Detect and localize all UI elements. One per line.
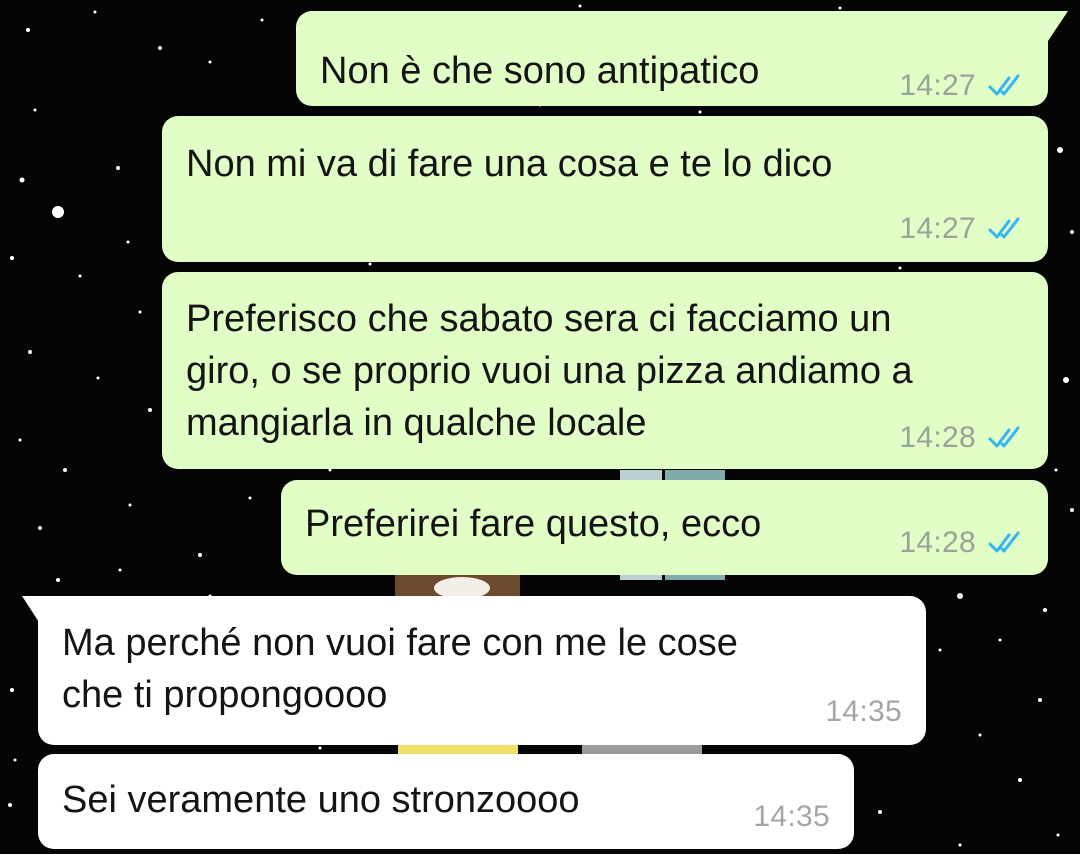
incoming-message[interactable]: Ma perché non vuoi fare con me le cose c… xyxy=(38,596,926,745)
message-timestamp: 14:35 xyxy=(825,695,902,728)
message-meta: 14:27 xyxy=(899,68,1026,104)
message-text-line: giro, o se proprio vuoi una pizza andiam… xyxy=(186,350,913,392)
outgoing-bubble-tail xyxy=(1030,11,1068,53)
message-timestamp: 14:27 xyxy=(899,212,976,245)
outgoing-message[interactable]: Preferirei fare questo, ecco 14:28 xyxy=(281,480,1048,575)
message-text: Non è che sono antipatico xyxy=(320,50,760,92)
message-text-line: che ti propongoooo xyxy=(62,674,388,716)
message-meta: 14:28 xyxy=(899,525,1026,561)
incoming-message[interactable]: Sei veramente uno stronzoooo 14:35 xyxy=(38,754,854,849)
message-meta: 14:28 xyxy=(899,420,1026,456)
message-meta: 14:35 xyxy=(825,694,902,730)
message-text-line: mangiarla in qualche locale xyxy=(186,402,647,444)
message-meta: 14:35 xyxy=(753,799,830,835)
message-text-line: Ma perché non vuoi fare con me le cose xyxy=(62,622,738,664)
double-check-read-icon xyxy=(988,74,1020,96)
message-timestamp: 14:28 xyxy=(899,421,976,454)
message-timestamp: 14:35 xyxy=(753,800,830,833)
double-check-read-icon xyxy=(988,531,1020,553)
message-timestamp: 14:27 xyxy=(899,69,976,102)
outgoing-message[interactable]: Non è che sono antipatico 14:27 xyxy=(296,11,1048,106)
double-check-read-icon xyxy=(988,217,1020,239)
message-meta: 14:27 xyxy=(899,211,1026,247)
message-text: Non mi va di fare una cosa e te lo dico xyxy=(186,143,833,185)
double-check-read-icon xyxy=(988,426,1020,448)
outgoing-message[interactable]: Preferisco che sabato sera ci facciamo u… xyxy=(162,272,1048,469)
message-text: Sei veramente uno stronzoooo xyxy=(62,779,580,821)
outgoing-message[interactable]: Non mi va di fare una cosa e te lo dico … xyxy=(162,116,1048,262)
message-text: Preferirei fare questo, ecco xyxy=(305,503,762,545)
message-timestamp: 14:28 xyxy=(899,526,976,559)
message-text-line: Preferisco che sabato sera ci facciamo u… xyxy=(186,298,892,340)
